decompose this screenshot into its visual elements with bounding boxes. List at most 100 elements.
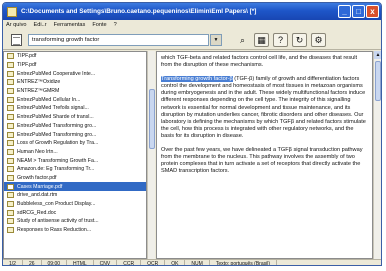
tree-item[interactable]: Human Neo lrtn... [4, 148, 146, 157]
search-highlight: Transforming growth factor-β [161, 76, 233, 83]
content-scrollbar[interactable]: ▲ [373, 51, 381, 259]
file-icon [7, 131, 14, 138]
status-cell: 1/2 [3, 260, 23, 265]
tree-scroll-thumb[interactable] [149, 89, 155, 149]
file-icon [7, 148, 14, 155]
tree-item[interactable]: Cases Marriage.pdf [4, 182, 146, 191]
content-scroll-thumb[interactable] [375, 61, 381, 101]
file-icon [7, 227, 14, 234]
tree-item[interactable]: Loss of Growth Regulation by Tra... [4, 139, 146, 148]
file-icon [7, 166, 14, 173]
file-icon [7, 88, 14, 95]
status-cell: NUM [185, 260, 210, 265]
app-window: C:\Documents and Settings\Bruno.caetano.… [2, 2, 382, 266]
menu-item-file[interactable]: Ar quivo [6, 22, 27, 28]
file-icon [7, 218, 14, 225]
tree-item-label: Human Neo lrtn... [17, 148, 58, 155]
tree-item-label: Study of antisense activity of trust... [17, 218, 99, 225]
tree-item-label: TIPF.pdf [17, 62, 37, 69]
file-icon [7, 70, 14, 77]
file-icon [7, 96, 14, 103]
tree-item-label: Loss of Growth Regulation by Tra... [17, 140, 99, 147]
file-icon [7, 192, 14, 199]
menu-bar: Ar quivo Edi..r Ferramentas Fonte ? [3, 20, 381, 30]
tree-item-label: EntrezPubMed Trefoils signal... [17, 105, 89, 112]
tree-item[interactable]: Bubbleless_con Product Display... [4, 200, 146, 209]
content-paragraph-1: Transforming growth factor-β (TGF-β) fam… [161, 76, 368, 140]
status-bar: 1/2 26 09:00 HTML CNV CCR OCR OK NUM Texto: portu… [3, 259, 381, 265]
content-header-line: which TGF-beta and related factors contr… [161, 55, 358, 69]
tree-item[interactable]: ENTREZ™GMRM [4, 87, 146, 96]
tree-item-label: NEAM > Transforming Growth Fa... [17, 157, 99, 164]
file-icon [7, 62, 14, 69]
tree-item-label: ENTREZ™Oxidize [17, 79, 61, 86]
document-view-icon[interactable] [11, 34, 22, 46]
tree-item[interactable]: ENTREZ™Oxidize [4, 78, 146, 87]
content-paragraph-2: Over the past few years, we have delinea… [161, 147, 363, 175]
file-icon [7, 183, 14, 190]
status-cell: 09:00 [42, 260, 68, 265]
tree-item-label: Responses to Rass Reduction... [17, 227, 92, 234]
tree-item[interactable]: sdRCG_Red.doc [4, 208, 146, 217]
file-icon [7, 140, 14, 147]
tree-item-label: TIPF.pdf [17, 53, 37, 60]
file-icon [7, 53, 14, 60]
status-cell: Texto: português (Brasil) [210, 260, 278, 265]
tree-item[interactable]: NEAM > Transforming Growth Fa... [4, 156, 146, 165]
tree-item[interactable]: TIPF.pdf [4, 52, 146, 61]
minimize-button[interactable]: _ [338, 5, 351, 18]
binoculars-icon[interactable]: ⌕ [235, 33, 250, 47]
tree-item[interactable]: EntrezPubMed Sharde of transl... [4, 113, 146, 122]
tree-item[interactable]: Amazon.de: Eg Transforming Tr... [4, 165, 146, 174]
tree-item[interactable]: EntrezPubMed Transforming gro... [4, 130, 146, 139]
file-icon [7, 105, 14, 112]
status-cell: CNV [94, 260, 118, 265]
settings-icon[interactable]: ⚙ [311, 33, 326, 47]
tree-item[interactable]: Responses to Rass Reduction... [4, 226, 146, 235]
tree-item-label: EntrezPubMed Transforming gro... [17, 131, 97, 138]
help-icon[interactable]: ? [273, 33, 288, 47]
file-icon [7, 174, 14, 181]
refresh-icon[interactable]: ↻ [292, 33, 307, 47]
file-tree: TIPF.pdf TIPF.pdf EntrezPubMed Cooperative… [3, 51, 147, 259]
tree-item-label: Cases Marriage.pdf [17, 183, 63, 190]
tree-item[interactable]: EntrezPubMed Transforming gro... [4, 122, 146, 131]
tree-item[interactable]: EntrezPubMed Trefoils signal... [4, 104, 146, 113]
tree-item-label: sdRCG_Red.doc [17, 209, 57, 216]
tree-item[interactable]: TIPF.pdf [4, 61, 146, 70]
tree-item[interactable]: Growth factor.pdf [4, 174, 146, 183]
scroll-up-icon[interactable]: ▲ [374, 51, 381, 59]
file-icon [7, 209, 14, 216]
status-cell: OCR [141, 260, 166, 265]
document-icon [7, 6, 17, 17]
tree-item[interactable]: EntrezPubMed Cooperative Inte... [4, 69, 146, 78]
title-bar[interactable]: C:\Documents and Settings\Bruno.caetano.… [3, 3, 381, 20]
file-icon [7, 79, 14, 86]
file-icon [7, 114, 14, 121]
tree-item-label: drive_and.dat.rtm [17, 192, 58, 199]
format-icon[interactable]: ▦ [254, 33, 269, 47]
status-cell: HTML [67, 260, 94, 265]
tree-item-label: EntrezPubMed Sharde of transl... [17, 114, 94, 121]
document-content[interactable]: which TGF-beta and related factors contr… [156, 51, 373, 259]
tree-item[interactable]: EntrezPubMed Cellular In... [4, 95, 146, 104]
close-button[interactable]: x [366, 5, 379, 18]
menu-item-help[interactable]: ? [114, 22, 117, 28]
window-title: C:\Documents and Settings\Bruno.caetano.… [21, 8, 257, 15]
paragraph-1-text: (TGF-β) family of growth and differentia… [161, 76, 366, 139]
status-cell: 26 [23, 260, 42, 265]
maximize-button[interactable]: □ [352, 5, 365, 18]
dropdown-arrow-icon[interactable]: ▼ [210, 34, 222, 46]
tree-scrollbar[interactable] [147, 51, 155, 259]
tree-item-label: Growth factor.pdf [17, 174, 57, 181]
search-input[interactable]: transforming growth factor [28, 34, 209, 46]
menu-item-edit[interactable]: Edi..r [34, 22, 47, 28]
menu-item-tools[interactable]: Ferramentas [54, 22, 86, 28]
tree-item-label: ENTREZ™GMRM [17, 88, 60, 95]
tree-item[interactable]: Study of antisense activity of trust... [4, 217, 146, 226]
file-icon [7, 201, 14, 208]
menu-item-font[interactable]: Fonte [92, 22, 106, 28]
status-cell: CCR [117, 260, 142, 265]
tree-item[interactable]: drive_and.dat.rtm [4, 191, 146, 200]
tree-item-label: EntrezPubMed Transforming gro... [17, 122, 97, 129]
